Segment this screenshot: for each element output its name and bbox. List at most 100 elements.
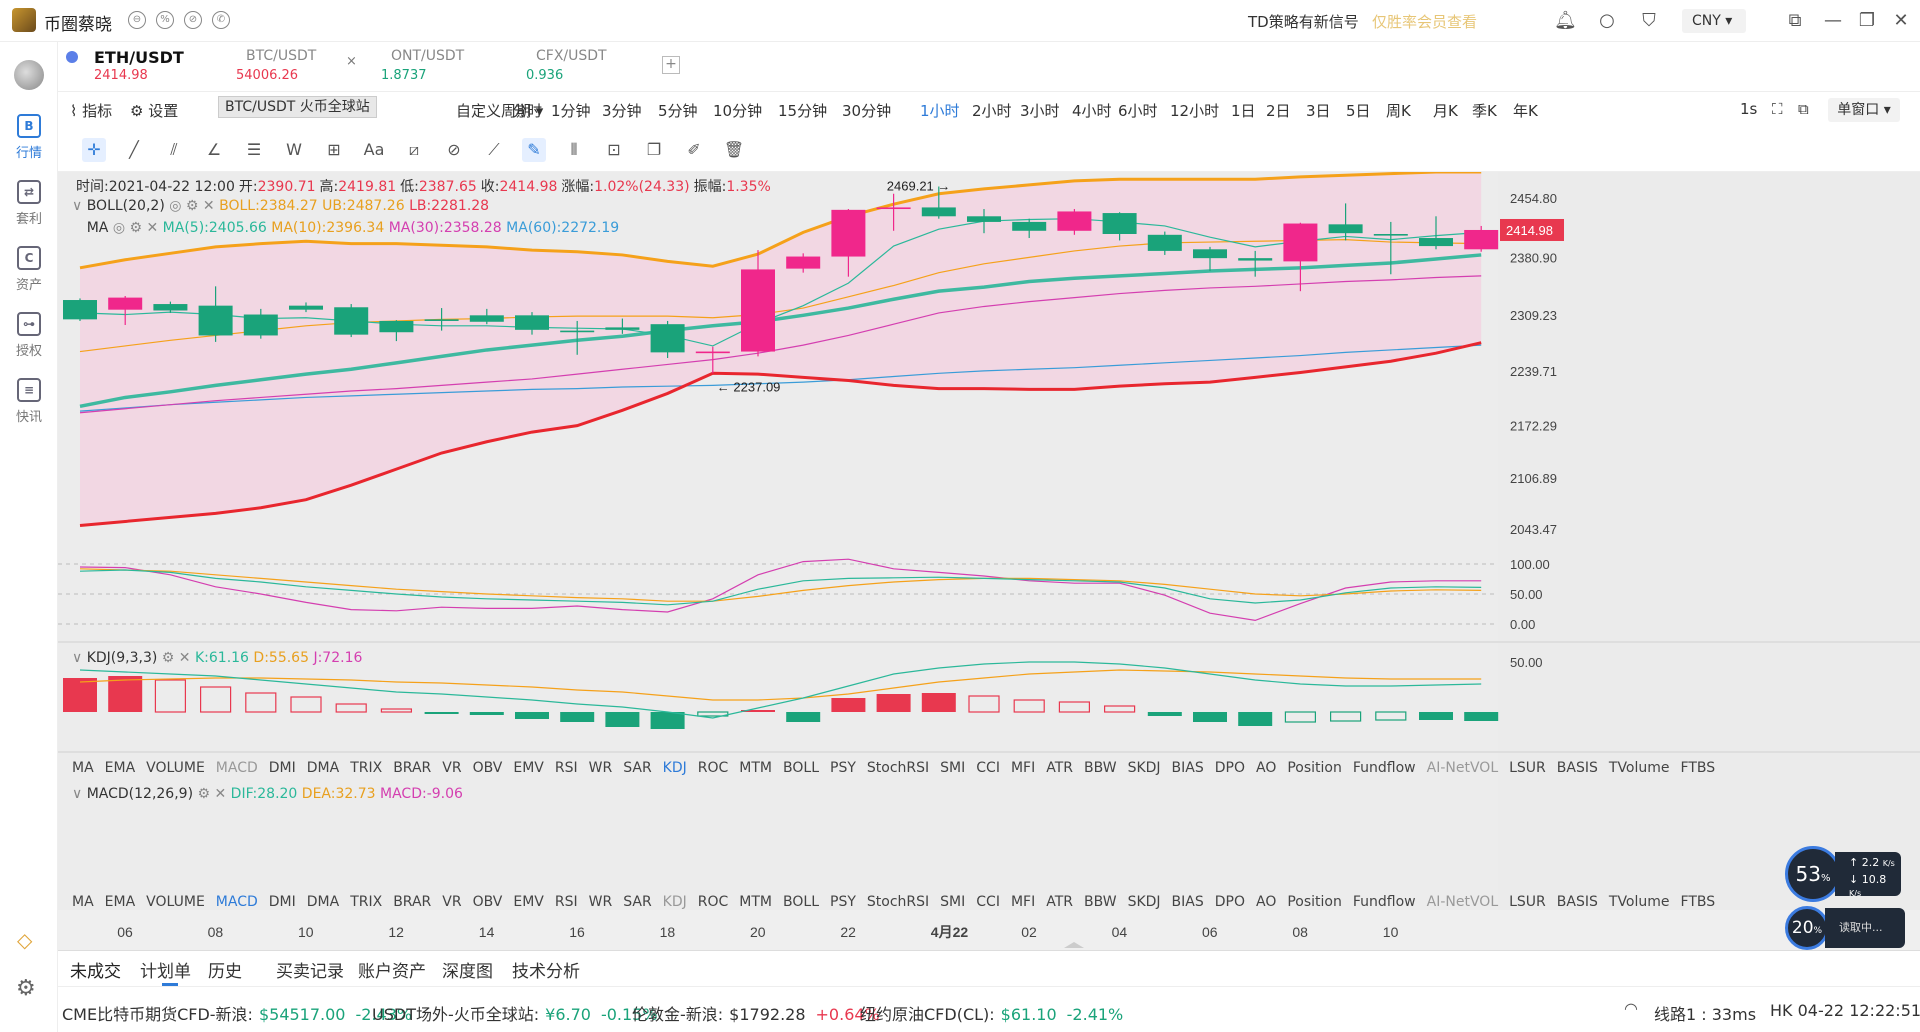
indicator-option[interactable]: BBW [1084, 760, 1117, 776]
indicator-option[interactable]: MTM [739, 894, 772, 910]
pen-icon[interactable]: ✎ [522, 138, 546, 162]
period-5[interactable]: 15分钟 [778, 100, 827, 121]
parallel-line-icon[interactable]: ⫽ [162, 138, 186, 162]
period-3[interactable]: 5分钟 [658, 100, 698, 121]
indicator-option[interactable]: CCI [976, 894, 1000, 910]
indicator-option[interactable]: AI-NetVOL [1427, 894, 1498, 910]
copy-icon[interactable]: ❐ [642, 138, 666, 162]
indicator-option[interactable]: OBV [473, 760, 503, 776]
indicator-option[interactable]: MACD [216, 760, 258, 776]
indicator-option[interactable]: WR [589, 894, 613, 910]
signal-notice[interactable]: TD策略有新信号 [1248, 11, 1359, 32]
lock-icon[interactable]: ⊡ [602, 138, 626, 162]
period-0[interactable]: 分时 [512, 100, 542, 121]
popout-icon[interactable]: ⧉ [1798, 100, 1809, 118]
indicator-option[interactable]: BASIS [1557, 894, 1598, 910]
indicator-option[interactable]: BOLL [783, 894, 819, 910]
trash-icon[interactable]: 🗑︎ [722, 138, 746, 162]
indicator-option[interactable]: SKDJ [1128, 760, 1161, 776]
indicator-option[interactable]: EMV [513, 894, 544, 910]
ticker-item[interactable]: CME比特币期货CFD-新浪: $54517.00 -2.43% [62, 1001, 412, 1025]
indicator-option[interactable]: BOLL [783, 760, 819, 776]
diamond-icon[interactable]: ◇ [17, 928, 32, 952]
memory-widget[interactable]: 20% 读取中... [1785, 906, 1905, 950]
indicator-option[interactable]: ROC [698, 894, 729, 910]
layout-icon[interactable]: ⧉ [1784, 10, 1806, 32]
text-tool-icon[interactable]: Aa [362, 138, 386, 162]
shield-icon[interactable]: ⊖ [128, 11, 146, 29]
indicator-option[interactable]: BRAR [393, 894, 431, 910]
indicator-option[interactable]: SAR [623, 894, 651, 910]
period-20[interactable]: 年K [1513, 100, 1538, 121]
network-speed-widget[interactable]: 53% ↑ 2.2 K/s ↓ 10.8 K/s [1785, 846, 1905, 902]
indicator-option[interactable]: Fundflow [1353, 760, 1416, 776]
period-6[interactable]: 30分钟 [842, 100, 891, 121]
sidebar-item-news[interactable]: ≡ 快讯 [0, 378, 58, 425]
bottom-tab-1[interactable]: 计划单 [140, 957, 191, 982]
indicator-option[interactable]: AO [1256, 760, 1276, 776]
indicator-option[interactable]: PSY [830, 894, 856, 910]
indicator-option[interactable]: StochRSI [867, 894, 929, 910]
period-18[interactable]: 月K [1433, 100, 1458, 121]
indicator-option[interactable]: BASIS [1557, 760, 1598, 776]
rect-tool-icon[interactable]: ⊞ [322, 138, 346, 162]
indicator-option[interactable]: FTBS [1681, 760, 1716, 776]
settings-button[interactable]: ⚙ 设置 [130, 100, 178, 121]
line-tool-icon[interactable]: ╱ [122, 138, 146, 162]
tab-ont-usdt[interactable]: ONT/USDT 1.8737 [373, 48, 523, 88]
indicator-option[interactable]: DMA [307, 894, 339, 910]
shirt-icon[interactable]: ⛉ [1638, 10, 1660, 32]
indicator-option[interactable]: WR [589, 760, 613, 776]
indicator-option[interactable]: LSUR [1509, 894, 1546, 910]
indicator-option[interactable]: ROC [698, 760, 729, 776]
minimize-icon[interactable]: — [1822, 10, 1844, 32]
indicator-option[interactable]: SMI [940, 760, 965, 776]
bottom-tab-0[interactable]: 未成交 [70, 957, 121, 982]
window-mode-select[interactable]: 单窗口 ▾ [1828, 98, 1900, 122]
edit-icon[interactable]: ✐ [682, 138, 706, 162]
indicator-option[interactable]: TVolume [1609, 760, 1670, 776]
angle-tool-icon[interactable]: ∠ [202, 138, 226, 162]
period-16[interactable]: 5日 [1346, 100, 1371, 121]
sidebar-item-assets[interactable]: C 资产 [0, 246, 58, 293]
period-9[interactable]: 3小时 [1020, 100, 1060, 121]
indicator-option[interactable]: ATR [1046, 894, 1073, 910]
period-10[interactable]: 4小时 [1072, 100, 1112, 121]
percent-icon[interactable]: % [156, 11, 174, 29]
indicator-option[interactable]: EMV [513, 760, 544, 776]
kline-chart[interactable]: 2454.80 2380.90 2309.23 2239.71 2172.29 2106.… [58, 172, 1920, 950]
indicator-option[interactable]: KDJ [663, 760, 687, 776]
indicator-option[interactable]: SMI [940, 894, 965, 910]
tab-cfx-usdt[interactable]: CFX/USDT 0.936 [518, 48, 668, 88]
bottom-tab-3[interactable]: 买卖记录 [276, 957, 344, 982]
indicator-option[interactable]: MTM [739, 760, 772, 776]
period-2[interactable]: 3分钟 [602, 100, 642, 121]
fib-tool-icon[interactable]: ☰ [242, 138, 266, 162]
tab-eth-usdt[interactable]: ETH/USDT 2414.98 [58, 48, 208, 88]
indicator-option[interactable]: StochRSI [867, 760, 929, 776]
signal-member-only[interactable]: 仅胜率会员查看 [1372, 11, 1477, 32]
period-14[interactable]: 2日 [1266, 100, 1291, 121]
line-latency[interactable]: 线路1 : 33ms [1654, 1001, 1756, 1025]
indicator-option[interactable]: BBW [1084, 894, 1117, 910]
indicator-option[interactable]: AI-NetVOL [1427, 760, 1498, 776]
restore-icon[interactable]: ❐ [1856, 10, 1878, 32]
indicator-option[interactable]: MA [72, 894, 94, 910]
ticker-item[interactable]: USDT场外-火币全球站: ¥6.70 -0.15% [372, 1001, 658, 1025]
indicator-option[interactable]: DPO [1215, 760, 1245, 776]
crosshair-icon[interactable]: ✛ [82, 138, 106, 162]
indicator-option[interactable]: MACD [216, 894, 258, 910]
indicator-option[interactable]: VOLUME [146, 894, 205, 910]
phone-icon[interactable]: ✆ [212, 11, 230, 29]
interval-label[interactable]: 1s [1740, 100, 1757, 118]
indicator-button[interactable]: ⌇ 指标 [70, 100, 112, 121]
ruler-icon[interactable]: ⟋ [482, 138, 506, 162]
indicator-option[interactable]: DMA [307, 760, 339, 776]
ticker-item[interactable]: 纽约原油CFD(CL): $61.10 -2.41% [860, 1001, 1123, 1025]
indicator-option[interactable]: FTBS [1681, 894, 1716, 910]
period-19[interactable]: 季K [1472, 100, 1497, 121]
avatar[interactable] [14, 60, 44, 90]
sidebar-item-authorize[interactable]: ⊶ 授权 [0, 312, 58, 359]
indicator-option[interactable]: BIAS [1172, 894, 1204, 910]
compass-icon[interactable]: ⊘ [184, 11, 202, 29]
